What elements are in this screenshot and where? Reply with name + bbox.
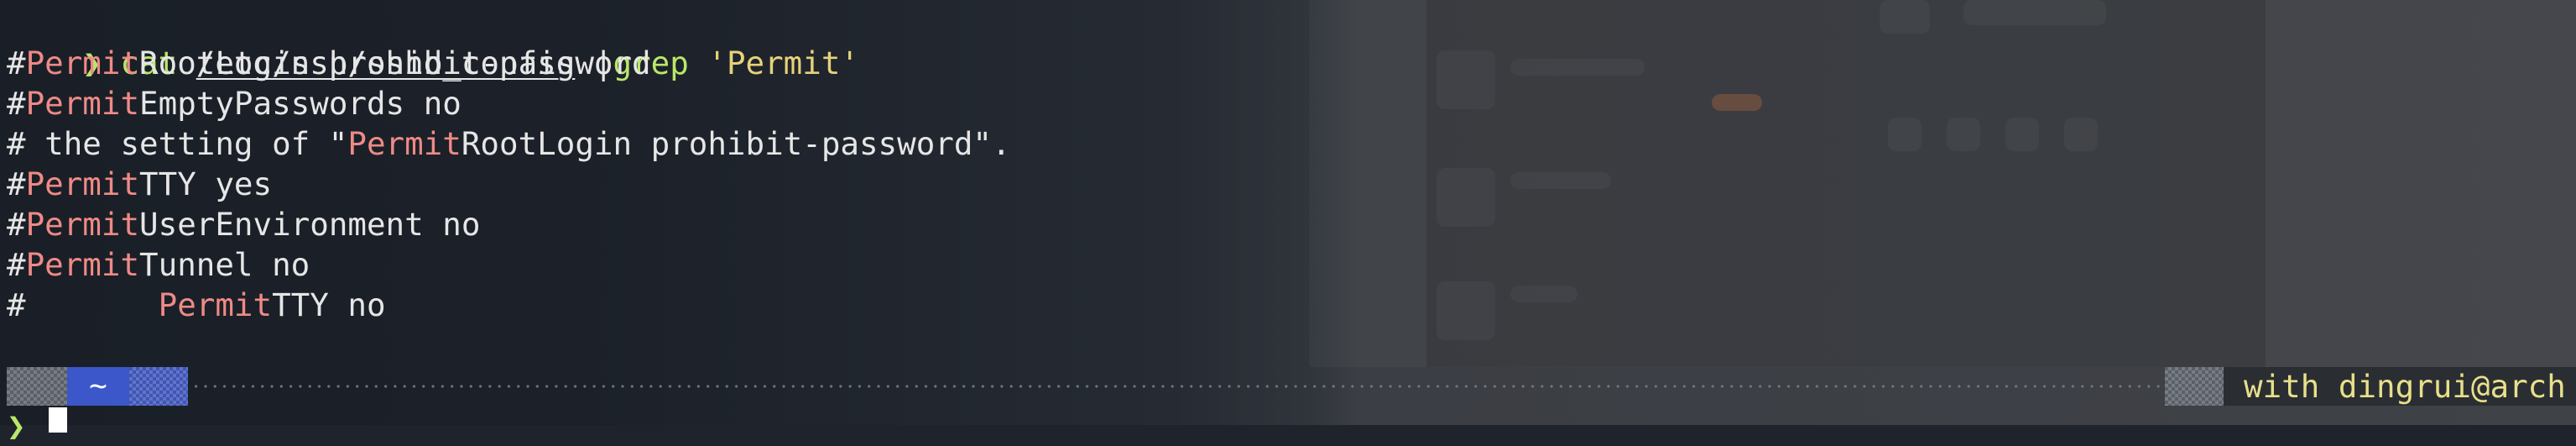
output-line: # the setting of "PermitRootLogin prohib…	[7, 123, 1011, 164]
output-prefix: #	[7, 286, 159, 323]
output-suffix: Tunnel no	[139, 246, 310, 283]
output-suffix: TTY no	[272, 286, 386, 323]
match-highlight: Permit	[25, 45, 140, 81]
output-prefix: # the setting of "	[7, 125, 348, 162]
command-line: ❯ cat /etc/ssh/sshd_config |grep 'Permit…	[7, 3, 859, 81]
output-line: #PermitUserEnvironment no	[7, 204, 480, 244]
output-suffix: RootLogin prohibit-password".	[461, 125, 1011, 162]
output-line: #PermitTTY yes	[7, 164, 272, 204]
terminal-window[interactable]: ❯ cat /etc/ssh/sshd_config |grep 'Permit…	[0, 0, 2576, 444]
statusbar-dir-pattern	[129, 367, 188, 406]
statusbar-filler-dots	[191, 385, 2215, 388]
output-line: #PermitRootLogin prohibit-password	[7, 43, 651, 83]
match-highlight: Permit	[25, 165, 140, 202]
prompt-statusbar: ~ with dingrui@arch	[0, 367, 2576, 406]
match-highlight: Permit	[25, 85, 140, 122]
user-host-segment: with dingrui@arch	[2224, 367, 2576, 406]
output-prefix: #	[7, 85, 26, 122]
output-line: #PermitTunnel no	[7, 244, 310, 285]
output-suffix: EmptyPasswords no	[139, 85, 461, 122]
terminal-cursor[interactable]	[49, 407, 67, 433]
match-highlight: Permit	[25, 246, 140, 283]
match-highlight: Permit	[158, 286, 273, 323]
statusbar-left-pattern	[7, 367, 67, 406]
output-line: #PermitEmptyPasswords no	[7, 83, 461, 123]
match-highlight: Permit	[25, 206, 140, 243]
output-line: # PermitTTY no	[7, 285, 386, 325]
statusbar-right-pattern	[2165, 367, 2224, 406]
output-suffix: UserEnvironment no	[139, 206, 481, 243]
output-suffix: RootLogin prohibit-password	[139, 45, 651, 81]
output-prefix: #	[7, 206, 26, 243]
directory-segment: ~	[67, 367, 129, 406]
input-prompt-chevron-icon: ❯	[7, 407, 26, 444]
grep-pattern: 'Permit'	[707, 45, 859, 81]
output-prefix: #	[7, 45, 26, 81]
output-suffix: TTY yes	[139, 165, 273, 202]
match-highlight: Permit	[347, 125, 461, 162]
output-prefix: #	[7, 246, 26, 283]
output-prefix: #	[7, 165, 26, 202]
